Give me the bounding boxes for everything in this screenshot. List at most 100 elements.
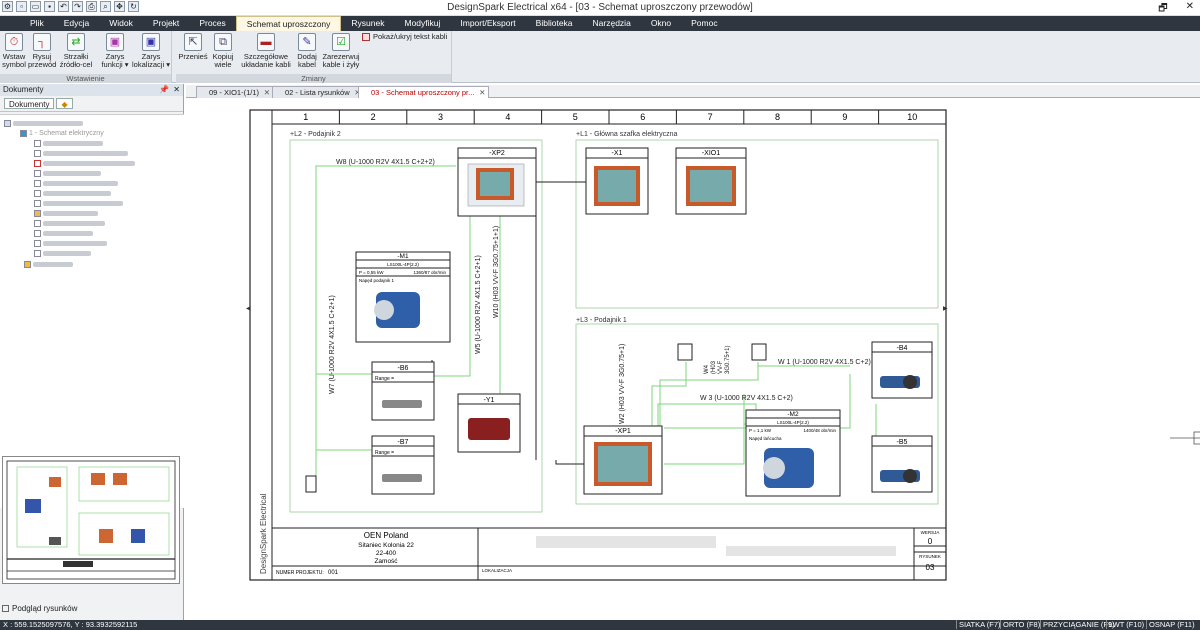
zone-l2-label: +L2 - Podajnik 2 (290, 131, 341, 138)
menu-proces[interactable]: Proces (189, 16, 235, 31)
svg-text:◀: ◀ (246, 306, 251, 312)
copy-multiple-button[interactable]: ⧉ Kopiuj wiele (210, 33, 236, 69)
component-label: -B4 (897, 345, 908, 352)
redacted-block (726, 546, 896, 556)
side-watermark: DesignSpark Electrical (259, 493, 268, 574)
menu-plik[interactable]: Plik (0, 16, 54, 31)
tree-item[interactable] (34, 239, 107, 248)
detailed-cabling-button[interactable]: ▬ Szczegółowe układanie kabli (240, 33, 292, 69)
cabling-icon: ▬ (257, 33, 275, 51)
component-label: -XP2 (489, 150, 505, 157)
menu-bar: Plik Edycja Widok Projekt Proces Schemat… (0, 16, 1200, 31)
draw-wire-button[interactable]: ┐ Rysuj przewód (28, 33, 56, 69)
menu-biblioteka[interactable]: Biblioteka (526, 16, 583, 31)
close-tab-icon[interactable]: ✕ (479, 88, 485, 97)
source-target-arrows-button[interactable]: ⇄ Strzałki źródło-cel (58, 33, 94, 69)
menu-import-eksport[interactable]: Import/Eksport (450, 16, 525, 31)
menu-rysunek[interactable]: Rysunek (341, 16, 394, 31)
component-label: -B7 (398, 439, 409, 446)
tree-item[interactable] (34, 219, 105, 228)
menu-narzedzia[interactable]: Narzędzia (583, 16, 641, 31)
list-icon (34, 230, 41, 237)
tree-item-project[interactable] (4, 119, 83, 128)
reserve-cables-button[interactable]: ☑ Zarezerwuj kable i żyły (322, 33, 360, 69)
terminal-x7[interactable] (751, 343, 767, 361)
tree-item[interactable] (34, 199, 123, 208)
tab-components-icon[interactable]: ◆ (56, 98, 73, 109)
cable-w2-label: W2 (H03 VV-F 3G0.75+1) (619, 344, 626, 424)
toggle-ortho[interactable]: ORTO (F8) (1000, 620, 1042, 629)
tree-item[interactable] (34, 179, 118, 188)
drawing-icon (34, 160, 41, 167)
column-number: 2 (371, 112, 376, 122)
menu-okno[interactable]: Okno (641, 16, 681, 31)
panel-header: Dokumenty 📌 ✕ (0, 84, 183, 96)
menu-edycja[interactable]: Edycja (54, 16, 100, 31)
cable-w7-label: W7 (U-1000 R2V 4X1.5 C+2+1) (329, 295, 336, 394)
ribbon-group-insert: ⏱ Wstaw symbol ┐ Rysuj przewód ⇄ Strzałki źród… (0, 31, 172, 83)
tree-item[interactable] (34, 189, 111, 198)
folder-icon (34, 210, 41, 217)
tree-item[interactable] (34, 139, 103, 148)
tab-doc-03[interactable]: 03 - Schemat uproszczony pr... ✕ (358, 86, 490, 98)
motor-power: P = 0,55 kW (359, 270, 384, 275)
add-cable-button[interactable]: ✎ Dodaj kabel (294, 33, 320, 69)
toggle-osnap[interactable]: OSNAP (F11) (1146, 620, 1197, 629)
toggle-cable-text-button[interactable]: Pokaż/ukryj tekst kabli (362, 33, 450, 41)
project-number: 001 (328, 570, 339, 576)
column-number: 7 (708, 112, 713, 122)
motor-type: LS100L-4P(2.2) (387, 262, 419, 267)
tab-doc-02[interactable]: 02 - Lista rysunków✕ (272, 86, 365, 98)
pin-icon[interactable]: 📌 (159, 85, 169, 94)
drawing-preview[interactable] (2, 456, 180, 584)
company-city: Zamość (374, 558, 398, 565)
tree-item[interactable] (34, 249, 91, 258)
drawing-icon (34, 180, 41, 187)
toggle-grid[interactable]: SIATKA (F7) (956, 620, 1003, 629)
ribbon-group-changes: ⇱ Przenieś ⧉ Kopiuj wiele ▬ Szczegółowe układ… (176, 31, 452, 83)
menu-widok[interactable]: Widok (99, 16, 143, 31)
redacted-block (536, 536, 716, 548)
drawing-canvas[interactable]: 1 2 3 4 5 6 7 8 9 10 ◀ ▶ +L2 - Podajnik 2 +L1 - G… (186, 98, 1200, 618)
drawing-icon (34, 190, 41, 197)
cable-w1-label: W 1 (U-1000 R2V 4X1.5 C+2) (778, 359, 871, 366)
zone-l3-label: +L3 - Podajnik 1 (576, 317, 627, 324)
sensor-image (382, 474, 422, 482)
preview-toggle[interactable]: Podgląd rysunków (2, 604, 77, 613)
tab-doc-09[interactable]: 09 - XIO1-(1/1) ✕ (196, 86, 275, 98)
location-outline-button[interactable]: ▣ Zarys lokalizacji ▾ (132, 33, 170, 69)
tab-documents[interactable]: Dokumenty (4, 98, 55, 109)
menu-projekt[interactable]: Projekt (143, 16, 189, 31)
ribbon: ⏱ Wstaw symbol ┐ Rysuj przewód ⇄ Strzałki źród… (0, 31, 1200, 83)
terminal-x8[interactable] (305, 475, 317, 493)
menu-modyfikuj[interactable]: Modyfikuj (394, 16, 450, 31)
cable-w10-label: W10 (H03 VV-F 3G0.75+1+1) (493, 226, 500, 318)
company-street: Sitaniec Kolonia 22 (358, 542, 414, 549)
column-number: 5 (573, 112, 578, 122)
coordinates-readout: X : 559.1525097576, Y : 93.3932592115 (3, 620, 138, 629)
toggle-lwt[interactable]: LWT (F10) (1106, 620, 1146, 629)
tree-item[interactable] (24, 260, 73, 269)
cable-text-icon (362, 33, 370, 41)
tree-item[interactable] (34, 229, 93, 238)
terminal-x6[interactable] (677, 343, 693, 361)
close-tab-icon[interactable]: ✕ (264, 88, 270, 97)
tree-item-book[interactable]: 1 - Schemat elektryczny (20, 129, 104, 138)
tree-item[interactable] (34, 209, 98, 218)
status-bar: X : 559.1525097576, Y : 93.3932592115 SI… (0, 620, 1200, 630)
menu-schemat-uproszczony[interactable]: Schemat uproszczony (235, 16, 342, 31)
panel-title: Dokumenty (3, 85, 44, 94)
function-outline-button[interactable]: ▣ Zarys funkcji ▾ (98, 33, 132, 69)
range-label: Range = (375, 450, 394, 456)
tree-item[interactable] (34, 149, 128, 158)
menu-pomoc[interactable]: Pomoc (681, 16, 727, 31)
move-button[interactable]: ⇱ Przenieś (178, 33, 208, 61)
svg-text:▶: ▶ (943, 306, 948, 312)
motor-speed: 1400/48 obr/min (803, 428, 836, 433)
close-panel-icon[interactable]: ✕ (173, 85, 180, 94)
tree-item[interactable] (34, 159, 135, 168)
ribbon-group-label: Zmiany (176, 74, 451, 83)
insert-symbol-button[interactable]: ⏱ Wstaw symbol (0, 33, 28, 69)
checkbox[interactable] (2, 605, 9, 612)
tree-item[interactable] (34, 169, 101, 178)
